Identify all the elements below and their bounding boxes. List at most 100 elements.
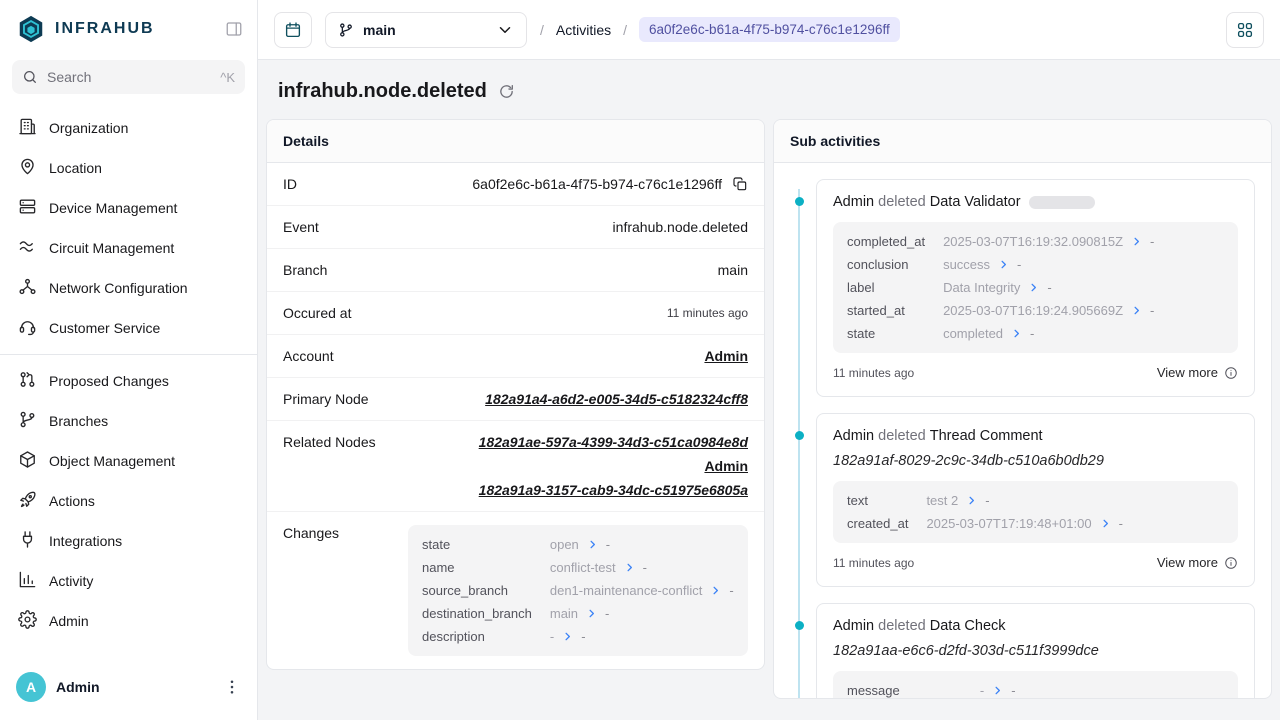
related-node-link[interactable]: Admin: [704, 458, 748, 474]
sidebar-item-customer-service[interactable]: Customer Service: [8, 308, 249, 348]
change-arrow-icon: [1011, 328, 1022, 339]
sidebar-item-integrations[interactable]: Integrations: [8, 521, 249, 561]
info-icon: [1224, 366, 1238, 380]
sidebar-item-circuit-management[interactable]: Circuit Management: [8, 228, 249, 268]
detail-row-id: ID 6a0f2e6c-b61a-4f75-b974-c76c1e1296ff: [267, 163, 764, 206]
breadcrumb-slash: /: [540, 22, 544, 38]
prop-key: message: [847, 683, 962, 698]
breadcrumb-activity-id-badge[interactable]: 6a0f2e6c-b61a-4f75-b974-c76c1e1296ff: [639, 17, 900, 42]
circuit-icon: [18, 237, 37, 256]
refresh-button[interactable]: [498, 83, 515, 100]
activity-timeline: Admin deleted Data Validatorcompleted_at…: [790, 179, 1255, 698]
sidebar-item-label: Customer Service: [49, 320, 160, 336]
activity-title: Admin deleted Data Validator: [833, 194, 1238, 210]
object-icon: [18, 450, 37, 469]
account-link[interactable]: Admin: [704, 348, 748, 364]
gear-icon: [18, 610, 37, 629]
sidebar-collapse-button[interactable]: [225, 20, 243, 38]
view-more-button[interactable]: View more: [1157, 555, 1238, 570]
sidebar-item-label: Proposed Changes: [49, 373, 169, 389]
infrahub-logo[interactable]: INFRAHUB: [16, 14, 155, 44]
change-new-value: -: [643, 560, 647, 575]
sidebar-item-device-management[interactable]: Device Management: [8, 188, 249, 228]
app: INFRAHUB Search ^K OrganizationLocationD…: [0, 0, 1280, 720]
sidebar-item-location[interactable]: Location: [8, 148, 249, 188]
change-arrow-icon: [1131, 305, 1142, 316]
apps-button[interactable]: [1226, 12, 1264, 48]
sidebar-divider: [0, 354, 257, 355]
activity-object: Data Check: [930, 618, 1006, 634]
sidebar-item-object-management[interactable]: Object Management: [8, 441, 249, 481]
sidebar-item-label: Branches: [49, 413, 108, 429]
detail-value: main: [718, 262, 748, 278]
sidebar-item-label: Object Management: [49, 453, 175, 469]
activity-node-id: 182a91aa-e6c6-d2fd-303d-c511f3999dce: [833, 643, 1238, 659]
related-node-link[interactable]: 182a91ae-597a-4399-34d3-c51ca0984e8d: [479, 434, 748, 450]
change-new-value: -: [581, 629, 585, 644]
search-input[interactable]: Search ^K: [12, 60, 245, 94]
activity-title: Admin deleted Thread Comment: [833, 428, 1238, 444]
view-more-button[interactable]: View more: [1157, 365, 1238, 380]
sidebar-item-label: Admin: [49, 613, 89, 629]
sidebar-item-actions[interactable]: Actions: [8, 481, 249, 521]
proposed-icon: [18, 370, 37, 389]
date-filter-button[interactable]: [274, 12, 312, 48]
network-icon: [18, 277, 37, 296]
sidebar-item-admin[interactable]: Admin: [8, 601, 249, 641]
change-arrow-icon: [562, 631, 573, 642]
detail-label: ID: [283, 176, 297, 192]
activity-action: deleted: [878, 428, 926, 444]
activity-timestamp: 11 minutes ago: [833, 366, 914, 380]
detail-label: Occured at: [283, 305, 351, 321]
activity-action: deleted: [878, 194, 926, 210]
sidebar-item-proposed-changes[interactable]: Proposed Changes: [8, 361, 249, 401]
page-content: infrahub.node.deleted Details ID6a0f2e6c…: [258, 60, 1280, 720]
detail-label: Branch: [283, 262, 327, 278]
branch-selector[interactable]: main: [325, 12, 527, 48]
copy-button[interactable]: [732, 176, 748, 192]
prop-new-value: -: [1030, 326, 1034, 341]
prop-new-value: -: [1047, 280, 1051, 295]
change-arrow-icon: [710, 585, 721, 596]
sidebar-item-activity[interactable]: Activity: [8, 561, 249, 601]
sidebar-item-label: Device Management: [49, 200, 177, 216]
sidebar-menu-primary: OrganizationLocation Device Management Cir…: [0, 106, 257, 350]
change-new-value: -: [606, 537, 610, 552]
detail-label: Account: [283, 348, 334, 364]
change-arrow-icon: [624, 562, 635, 573]
change-old-value: -: [550, 629, 554, 644]
breadcrumb-slash: /: [623, 22, 627, 38]
detail-label: Changes: [283, 525, 339, 541]
search-icon: [22, 69, 38, 85]
prop-old-value: 2025-03-07T16:19:24.905669Z: [943, 303, 1123, 318]
changes-box: stateopen-nameconflict-test-source_branc…: [408, 525, 748, 656]
info-icon: [1224, 556, 1238, 570]
sidebar-item-branches[interactable]: Branches: [8, 401, 249, 441]
prop-new-value: -: [1011, 683, 1015, 698]
change-key: name: [422, 560, 532, 575]
copy-icon: [732, 176, 748, 192]
search-shortcut: ^K: [220, 70, 235, 85]
prop-old-value: completed: [943, 326, 1003, 341]
related-node-link[interactable]: 182a91a9-3157-cab9-34dc-c51975e6805a: [479, 482, 748, 498]
sidebar-item-label: Actions: [49, 493, 95, 509]
prop-new-value: -: [1150, 303, 1154, 318]
activity-object: Thread Comment: [930, 428, 1043, 444]
panels: Details ID6a0f2e6c-b61a-4f75-b974-c76c1e…: [258, 119, 1280, 699]
panel-collapse-icon: [225, 20, 243, 38]
page-title: infrahub.node.deleted: [278, 80, 487, 103]
prop-key: state: [847, 326, 925, 341]
change-key: state: [422, 537, 532, 552]
detail-row: Account Admin: [267, 335, 764, 378]
sub-activity-card: Admin deleted Data Validatorcompleted_at…: [816, 179, 1255, 397]
primary-node-link[interactable]: 182a91a4-a6d2-e005-34d5-c5182324cff8: [485, 391, 748, 407]
sidebar-item-organization[interactable]: Organization: [8, 108, 249, 148]
breadcrumb-activities-link[interactable]: Activities: [556, 22, 611, 38]
detail-value: 6a0f2e6c-b61a-4f75-b974-c76c1e1296ff: [472, 176, 722, 192]
sidebar-item-network-configuration[interactable]: Network Configuration: [8, 268, 249, 308]
customer-icon: [18, 317, 37, 336]
user-menu-button[interactable]: [223, 678, 241, 696]
detail-row: Primary Node182a91a4-a6d2-e005-34d5-c518…: [267, 378, 764, 421]
apps-grid-icon: [1236, 21, 1254, 39]
sub-activity-card: Admin deleted Thread Comment182a91af-802…: [816, 413, 1255, 587]
